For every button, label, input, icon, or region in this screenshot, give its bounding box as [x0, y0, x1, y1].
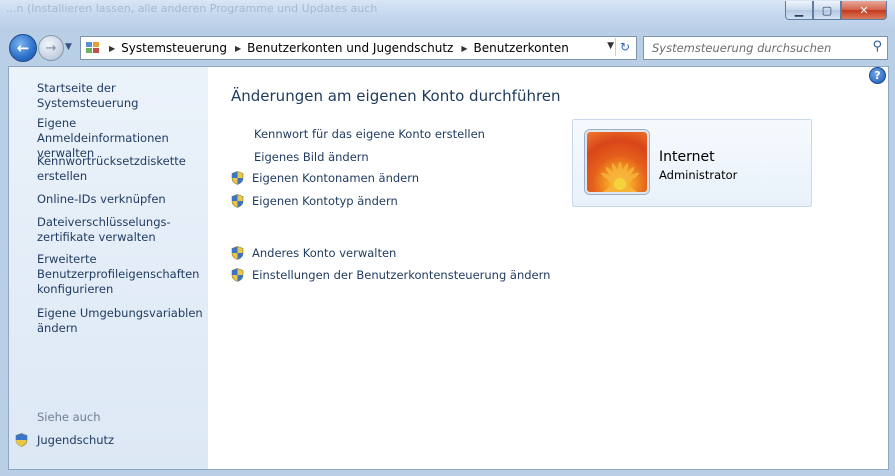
- window-controls: ▁ ▢ ✕: [785, 1, 887, 20]
- sidebar-item-encryption-certificates[interactable]: Dateiverschlüsselungs-zertifikate verwal…: [37, 215, 207, 245]
- breadcrumb-item-benutzerkonten[interactable]: Benutzerkonten: [474, 41, 569, 55]
- background-window-text: ...n (Installieren lassen, alle anderen …: [6, 2, 378, 15]
- task-manage-other-account[interactable]: Anderes Konto verwalten: [231, 246, 396, 260]
- breadcrumb-separator-icon[interactable]: ▶: [109, 44, 115, 53]
- uac-shield-icon: [15, 433, 28, 447]
- uac-shield-icon: [231, 171, 244, 185]
- breadcrumb-separator-icon[interactable]: ▶: [235, 44, 241, 53]
- uac-shield-icon: [231, 246, 244, 260]
- task-change-picture[interactable]: Eigenes Bild ändern: [254, 150, 369, 164]
- content-area: Startseite der Systemsteuerung Eigene An…: [8, 66, 889, 470]
- sidebar-item-online-ids[interactable]: Online-IDs verknüpfen: [37, 192, 207, 207]
- recent-pages-dropdown-icon[interactable]: ▼: [65, 42, 72, 52]
- sidebar-item-environment-variables[interactable]: Eigene Umgebungsvariablen ändern: [37, 306, 207, 336]
- task-change-account-type[interactable]: Eigenen Kontotyp ändern: [231, 194, 398, 208]
- breadcrumb-label: Systemsteuerung: [121, 41, 227, 55]
- breadcrumb-label: Benutzerkonten und Jugendschutz: [247, 41, 454, 55]
- see-also-heading: Siehe auch: [37, 410, 101, 424]
- task-create-password[interactable]: Kennwort für das eigene Konto erstellen: [254, 127, 485, 141]
- uac-shield-icon: [231, 194, 244, 208]
- breadcrumb-item-benutzerkonten-und-jugendschutz[interactable]: Benutzerkonten und Jugendschutz ▶: [247, 41, 473, 55]
- close-button[interactable]: ✕: [841, 1, 887, 20]
- task-label: Anderes Konto verwalten: [252, 246, 397, 260]
- address-dropdown-icon[interactable]: ▼: [607, 41, 614, 51]
- help-icon[interactable]: ?: [869, 67, 886, 84]
- sidebar-home-link[interactable]: Startseite der Systemsteuerung: [37, 81, 207, 111]
- task-uac-settings[interactable]: Einstellungen der Benutzerkontensteuerun…: [231, 268, 550, 282]
- navigation-bar: ← → ▼ ▶ Systemsteuerung ▶ Benutzerkonten …: [0, 32, 895, 62]
- user-avatar[interactable]: [585, 130, 649, 194]
- task-label: Eigenen Kontonamen ändern: [252, 171, 420, 185]
- refresh-icon[interactable]: ↻: [615, 38, 634, 56]
- search-input[interactable]: [650, 37, 864, 59]
- maximize-button[interactable]: ▢: [813, 1, 841, 20]
- breadcrumb-root[interactable]: ▶: [101, 44, 121, 53]
- address-bar[interactable]: ▶ Systemsteuerung ▶ Benutzerkonten und Ju…: [80, 36, 637, 60]
- minimize-button[interactable]: ▁: [785, 1, 813, 20]
- breadcrumb-label: Benutzerkonten: [473, 41, 569, 55]
- search-box[interactable]: ⚲: [643, 36, 888, 60]
- forward-button[interactable]: →: [38, 35, 64, 61]
- uac-shield-icon: [231, 268, 244, 282]
- sidebar-item-profile-properties[interactable]: Erweiterte Benutzerprofileigenschaften k…: [37, 252, 207, 297]
- page-title: Änderungen am eigenen Konto durchführen: [231, 87, 561, 105]
- sidebar-item-password-reset-disk[interactable]: Kennwortrücksetzdiskette erstellen: [37, 154, 207, 184]
- title-bar: ...n (Installieren lassen, alle anderen …: [0, 0, 895, 32]
- sidebar-item-parental-controls[interactable]: Jugendschutz: [37, 433, 207, 448]
- breadcrumb-separator-icon[interactable]: ▶: [461, 44, 467, 53]
- task-change-account-name[interactable]: Eigenen Kontonamen ändern: [231, 171, 419, 185]
- search-icon[interactable]: ⚲: [872, 39, 882, 54]
- control-panel-icon: [85, 41, 101, 55]
- account-role: Administrator: [659, 168, 738, 182]
- account-name: Internet: [659, 149, 715, 165]
- back-button[interactable]: ←: [9, 34, 37, 62]
- sidebar: Startseite der Systemsteuerung Eigene An…: [9, 67, 208, 469]
- task-label: Eigenen Kontotyp ändern: [252, 194, 398, 208]
- task-label: Einstellungen der Benutzerkontensteuerun…: [252, 268, 551, 282]
- breadcrumb-item-systemsteuerung[interactable]: Systemsteuerung ▶: [121, 41, 247, 55]
- account-card: Internet Administrator: [572, 119, 812, 207]
